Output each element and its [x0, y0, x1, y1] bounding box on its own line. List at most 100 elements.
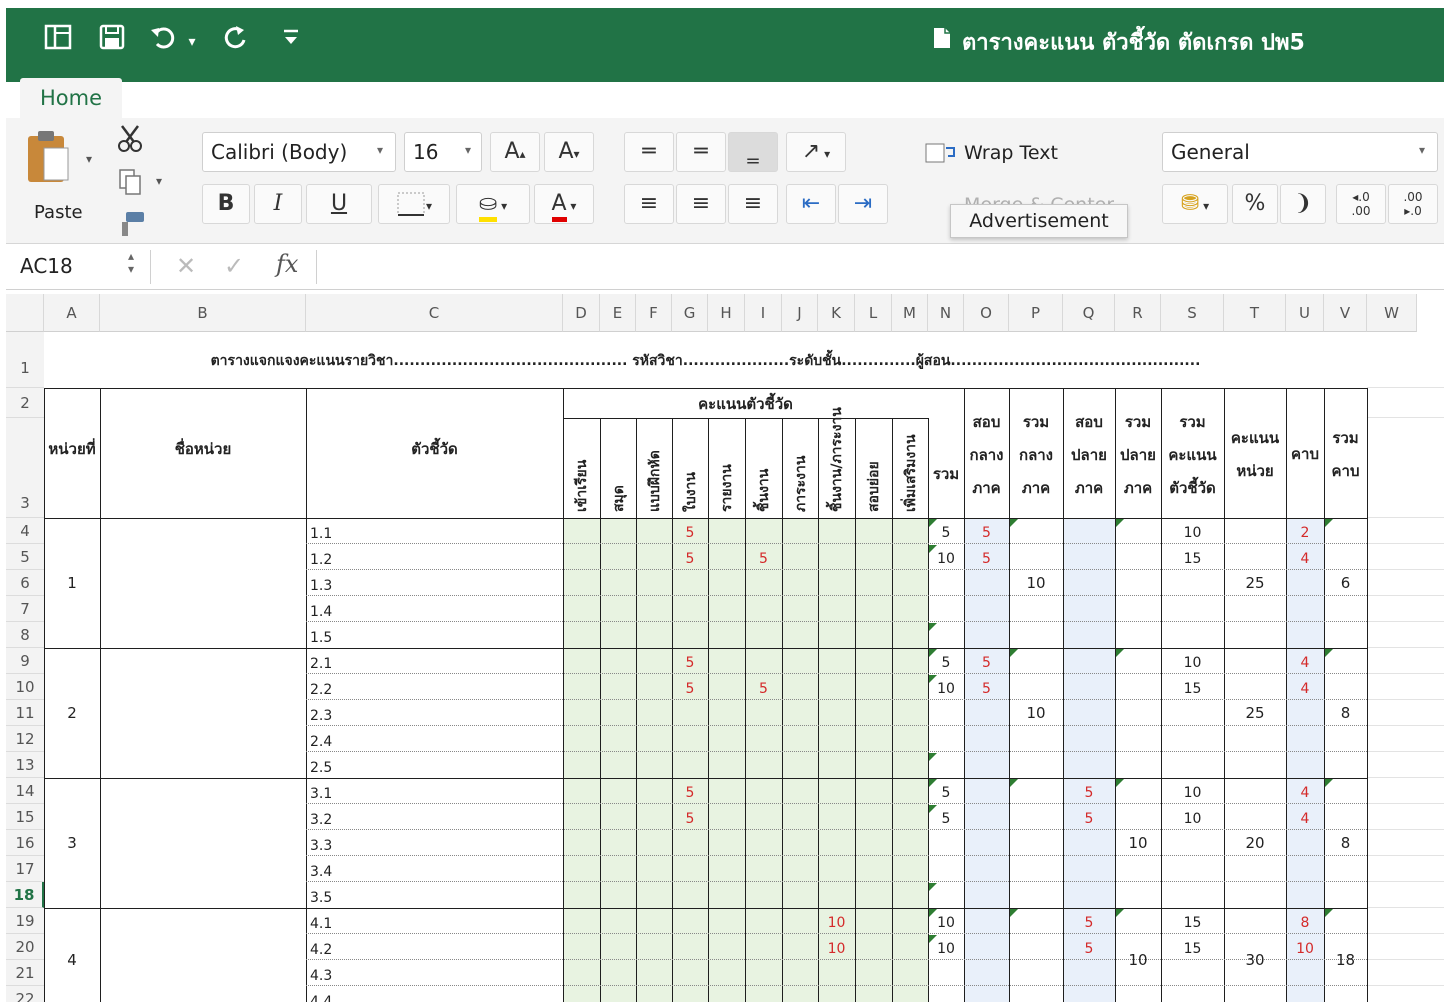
column-header-e[interactable]: E [600, 294, 636, 332]
column-header-c[interactable]: C [306, 294, 563, 332]
mid-sum-cell[interactable]: 10 [1009, 700, 1063, 726]
period-sum-cell[interactable]: 8 [1324, 700, 1367, 726]
column-header-b[interactable]: B [100, 294, 306, 332]
score-cell-u[interactable]: 10 [1286, 934, 1324, 964]
row-header-4[interactable]: 4 [6, 518, 44, 544]
column-header-r[interactable]: R [1115, 294, 1161, 332]
increase-indent-button[interactable]: ⇥ [838, 184, 888, 224]
tab-view[interactable]: View [802, 82, 852, 118]
grow-font-button[interactable]: A▴ [490, 132, 540, 172]
row-header-22[interactable]: 22 [6, 986, 44, 1002]
align-right-button[interactable]: ≡ [728, 184, 778, 224]
column-header-v[interactable]: V [1324, 294, 1367, 332]
column-header-g[interactable]: G [672, 294, 708, 332]
column-header-s[interactable]: S [1161, 294, 1224, 332]
confirm-icon[interactable]: ✓ [224, 252, 244, 280]
wrap-text-button[interactable]: Wrap Text [964, 142, 1058, 164]
function-icon[interactable]: fx [276, 250, 298, 278]
row-header-15[interactable]: 15 [6, 804, 44, 830]
save-icon[interactable] [94, 24, 130, 60]
score-cell-q[interactable]: 5 [1063, 804, 1115, 834]
row-header-8[interactable]: 8 [6, 622, 44, 648]
format-painter-icon[interactable] [118, 210, 146, 238]
column-header-f[interactable]: F [636, 294, 672, 332]
score-cell-u[interactable]: 4 [1286, 544, 1324, 574]
row-header-6[interactable]: 6 [6, 570, 44, 596]
final-sum-cell[interactable]: 10 [1115, 947, 1161, 973]
row-header-19[interactable]: 19 [6, 908, 44, 934]
shrink-font-button[interactable]: A▾ [544, 132, 594, 172]
row-header-7[interactable]: 7 [6, 596, 44, 622]
copy-icon[interactable] [118, 168, 144, 196]
accounting-format-button[interactable]: ⛃ ▾ [1162, 184, 1228, 224]
copy-dropdown-icon[interactable]: ▾ [156, 174, 162, 188]
select-all-corner[interactable] [6, 294, 44, 332]
redo-icon[interactable] [218, 24, 254, 60]
column-header-q[interactable]: Q [1063, 294, 1115, 332]
row-header-5[interactable]: 5 [6, 544, 44, 570]
tab-home[interactable]: Home [20, 78, 123, 120]
paste-icon[interactable] [24, 128, 84, 188]
customize-icon[interactable] [276, 24, 306, 60]
name-box[interactable]: AC18 [20, 254, 73, 278]
decrease-indent-button[interactable]: ⇤ [786, 184, 836, 224]
decrease-decimal-button[interactable]: .00 ▸.0 [1388, 184, 1438, 224]
cut-icon[interactable] [116, 124, 146, 154]
unit-score-cell[interactable]: 20 [1224, 830, 1286, 856]
align-bottom-button[interactable]: ‗ [728, 132, 778, 172]
column-header-l[interactable]: L [855, 294, 892, 332]
number-format-select[interactable]: General ▾ [1162, 132, 1438, 172]
formula-input[interactable] [318, 248, 1438, 286]
undo-dropdown[interactable]: ▾ [184, 24, 200, 60]
score-cell-s[interactable]: 15 [1161, 674, 1224, 704]
tab-page-layout[interactable]: Page Layout [260, 82, 389, 118]
period-sum-cell[interactable]: 6 [1324, 570, 1367, 596]
score-cell-s[interactable]: 15 [1161, 544, 1224, 574]
tab-review[interactable]: Review [681, 82, 756, 118]
paste-label[interactable]: Paste [34, 202, 83, 223]
score-cell-q[interactable]: 5 [1063, 934, 1115, 964]
cancel-icon[interactable]: ✕ [176, 252, 196, 280]
score-cell-g[interactable]: 5 [672, 674, 708, 704]
borders-button[interactable]: ▾ [378, 184, 450, 224]
row-header-20[interactable]: 20 [6, 934, 44, 960]
paste-dropdown-icon[interactable]: ▾ [86, 152, 92, 166]
row-header-18[interactable]: 18 [6, 882, 44, 908]
percent-button[interactable]: % [1232, 184, 1278, 224]
tab-data[interactable]: Data [585, 82, 635, 118]
row-header-11[interactable]: 11 [6, 700, 44, 726]
column-header-d[interactable]: D [563, 294, 600, 332]
unit-score-cell[interactable]: 25 [1224, 570, 1286, 596]
font-size-select[interactable]: 16 ▾ [404, 132, 482, 172]
score-cell-o[interactable]: 5 [964, 544, 1009, 574]
undo-icon[interactable] [146, 24, 182, 60]
score-cell-g[interactable]: 5 [672, 544, 708, 574]
comma-button[interactable]: ❩ [1280, 184, 1326, 224]
row-header-1[interactable]: 1 [6, 332, 44, 388]
row-header-3[interactable]: 3 [6, 418, 44, 518]
align-center-button[interactable]: ≡ [676, 184, 726, 224]
column-header-k[interactable]: K [818, 294, 855, 332]
italic-button[interactable]: I [254, 184, 302, 224]
font-color-button[interactable]: A ▾ [534, 184, 594, 224]
increase-decimal-button[interactable]: ◂.0.00 [1336, 184, 1386, 224]
align-top-button[interactable]: ═ [624, 132, 674, 172]
row-header-9[interactable]: 9 [6, 648, 44, 674]
score-cell-g[interactable]: 5 [672, 804, 708, 834]
row-header-13[interactable]: 13 [6, 752, 44, 778]
column-header-a[interactable]: A [44, 294, 100, 332]
row-header-14[interactable]: 14 [6, 778, 44, 804]
bold-button[interactable]: B [202, 184, 250, 224]
column-header-h[interactable]: H [708, 294, 745, 332]
tab-insert[interactable]: Insert [150, 82, 210, 118]
row-header-2[interactable]: 2 [6, 388, 44, 418]
period-sum-cell[interactable]: 8 [1324, 830, 1367, 856]
column-header-m[interactable]: M [892, 294, 928, 332]
fill-color-button[interactable]: ⛀ ▾ [456, 184, 530, 224]
column-header-w[interactable]: W [1367, 294, 1417, 332]
align-middle-button[interactable]: ═ [676, 132, 726, 172]
row-header-12[interactable]: 12 [6, 726, 44, 752]
wrap-text-icon[interactable] [924, 140, 958, 166]
spreadsheet-grid[interactable]: ABCDEFGHIJKLMNOPQRSTUVW 1 2 3 4 5 6 7 8 9 10 11 12 1… [6, 294, 1444, 1002]
score-cell-s[interactable]: 10 [1161, 804, 1224, 834]
